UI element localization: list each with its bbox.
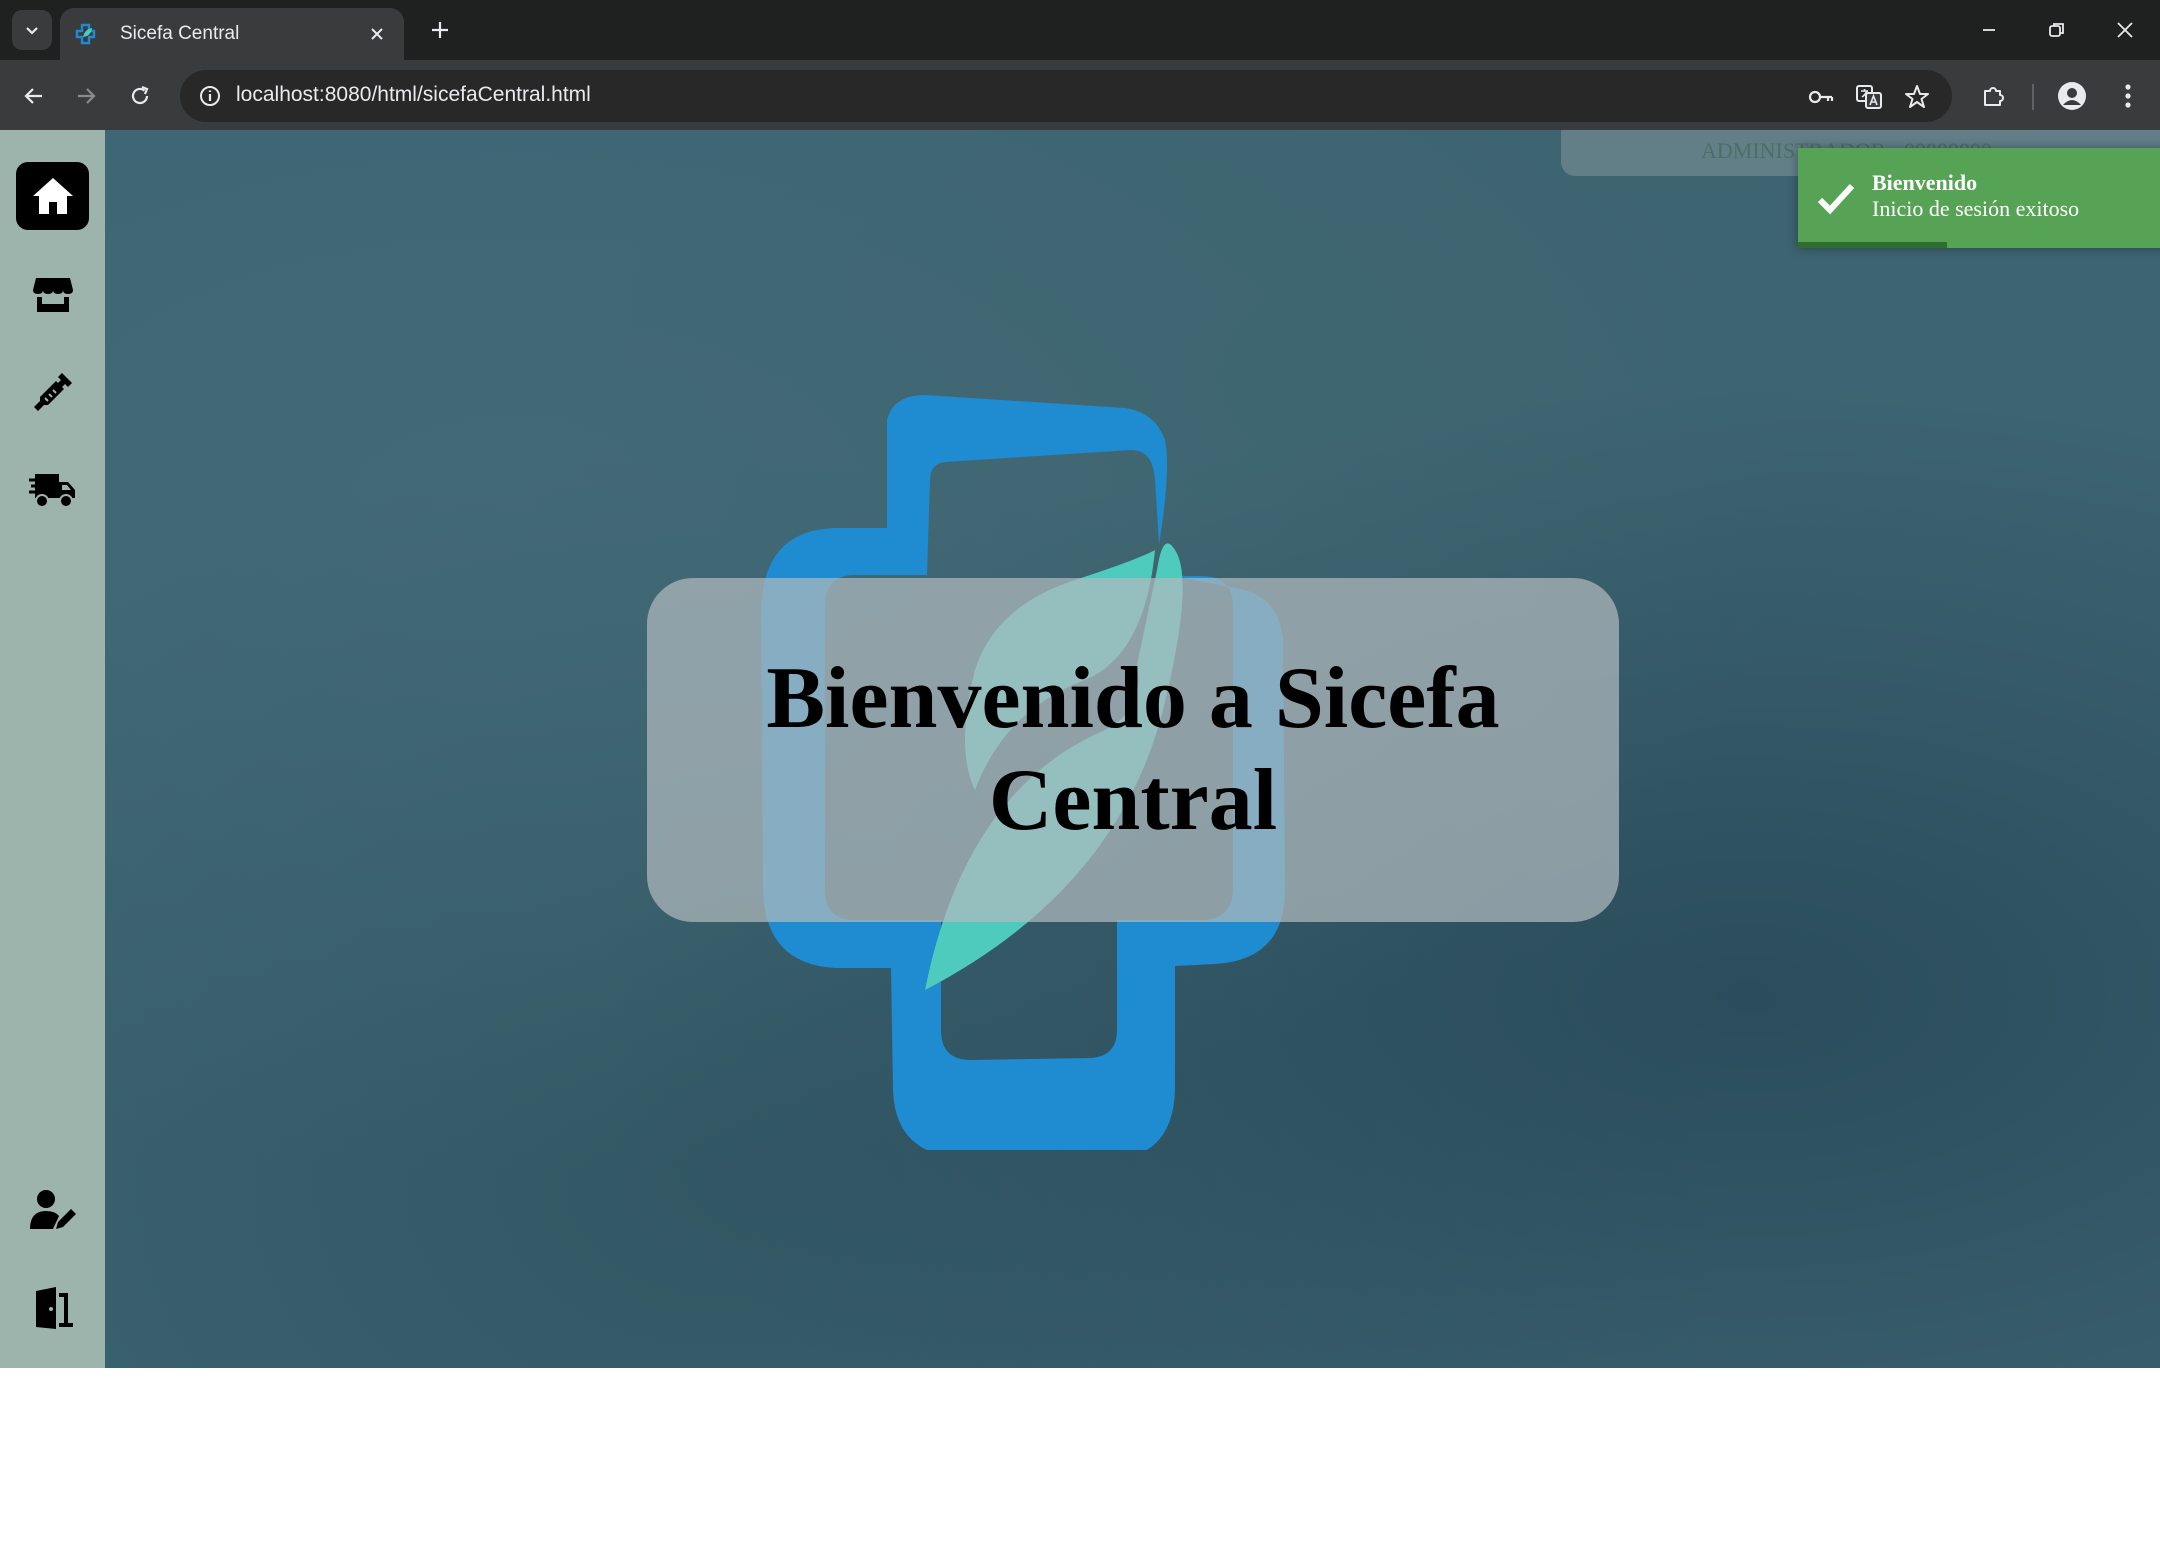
close-icon xyxy=(2117,22,2133,38)
sidebar-item-user-edit[interactable] xyxy=(16,1176,89,1244)
back-button[interactable] xyxy=(14,76,54,116)
plus-icon xyxy=(432,22,448,38)
truck-icon xyxy=(28,474,75,508)
arrow-left-icon xyxy=(24,88,42,104)
translate-icon xyxy=(1856,85,1882,109)
reload-icon xyxy=(131,85,149,105)
profile-button[interactable] xyxy=(2052,76,2092,116)
main-content: Bienvenido a Sicefa Central ADMINISTRADO… xyxy=(105,130,2160,1368)
puzzle-icon xyxy=(1984,87,2004,106)
translate-button[interactable] xyxy=(1852,80,1886,114)
door-exit-icon xyxy=(35,1287,73,1329)
minimize-button[interactable] xyxy=(1964,8,2014,52)
url-text[interactable]: localhost:8080/html/sicefaCentral.html xyxy=(236,83,591,107)
forward-button[interactable] xyxy=(66,76,106,116)
toast-message: Inicio de sesión exitoso xyxy=(1872,196,2080,221)
extensions-button[interactable] xyxy=(1974,76,2014,116)
password-key-button[interactable] xyxy=(1804,80,1838,114)
sicefa-favicon-icon xyxy=(75,23,96,45)
restore-icon xyxy=(2049,23,2064,37)
arrow-right-icon xyxy=(78,88,96,104)
new-tab-button[interactable] xyxy=(422,12,458,48)
browser-toolbar: localhost:8080/html/sicefaCentral.html xyxy=(0,60,2160,130)
url-path: :8080/html/sicefaCentral.html xyxy=(318,83,591,106)
tab-title: Sicefa Central xyxy=(120,23,240,44)
store-icon xyxy=(32,278,73,312)
minimize-icon xyxy=(1983,29,1995,31)
restore-button[interactable] xyxy=(2032,8,2082,52)
star-icon xyxy=(1905,85,1929,108)
sidebar-item-delivery[interactable] xyxy=(16,456,89,524)
close-window-button[interactable] xyxy=(2100,8,2150,52)
site-info-button[interactable] xyxy=(192,78,228,114)
reload-button[interactable] xyxy=(120,76,160,116)
sidebar-item-home[interactable] xyxy=(16,162,89,230)
key-icon xyxy=(1808,90,1834,104)
check-icon xyxy=(1817,183,1855,215)
page-viewport: Bienvenido a Sicefa Central ADMINISTRADO… xyxy=(0,130,2160,1368)
browser-tab[interactable]: Sicefa Central xyxy=(60,8,404,60)
chevron-down-icon xyxy=(26,27,38,35)
tab-search-button[interactable] xyxy=(12,10,52,50)
bookmark-star-button[interactable] xyxy=(1900,80,1934,114)
syringe-icon xyxy=(33,373,72,411)
info-icon xyxy=(200,86,220,106)
avatar-icon xyxy=(2058,82,2086,110)
success-toast[interactable]: Bienvenido Inicio de sesión exitoso ✖ xyxy=(1798,148,2160,248)
sidebar-item-logout[interactable] xyxy=(16,1274,89,1342)
toolbar-separator xyxy=(2032,84,2034,110)
user-pen-icon xyxy=(29,1190,76,1229)
sidebar-item-medicine[interactable] xyxy=(16,358,89,426)
browser-menu-button[interactable] xyxy=(2108,76,2148,116)
welcome-banner: Bienvenido a Sicefa Central xyxy=(647,578,1619,922)
browser-tab-strip: Sicefa Central xyxy=(0,0,2160,60)
welcome-title: Bienvenido a Sicefa Central xyxy=(766,650,1500,849)
home-icon xyxy=(32,178,73,214)
address-bar[interactable]: localhost:8080/html/sicefaCentral.html xyxy=(180,70,1952,122)
close-icon xyxy=(371,28,383,40)
url-host: localhost xyxy=(236,83,319,106)
toast-title: Bienvenido xyxy=(1872,170,1978,195)
toast-progress-bar xyxy=(1798,242,1947,248)
sidebar-item-store[interactable] xyxy=(16,260,89,328)
sidebar xyxy=(0,130,105,1368)
tab-close-button[interactable] xyxy=(364,21,390,47)
toast-progress-track xyxy=(1798,242,2160,248)
kebab-menu-icon xyxy=(2125,84,2131,108)
